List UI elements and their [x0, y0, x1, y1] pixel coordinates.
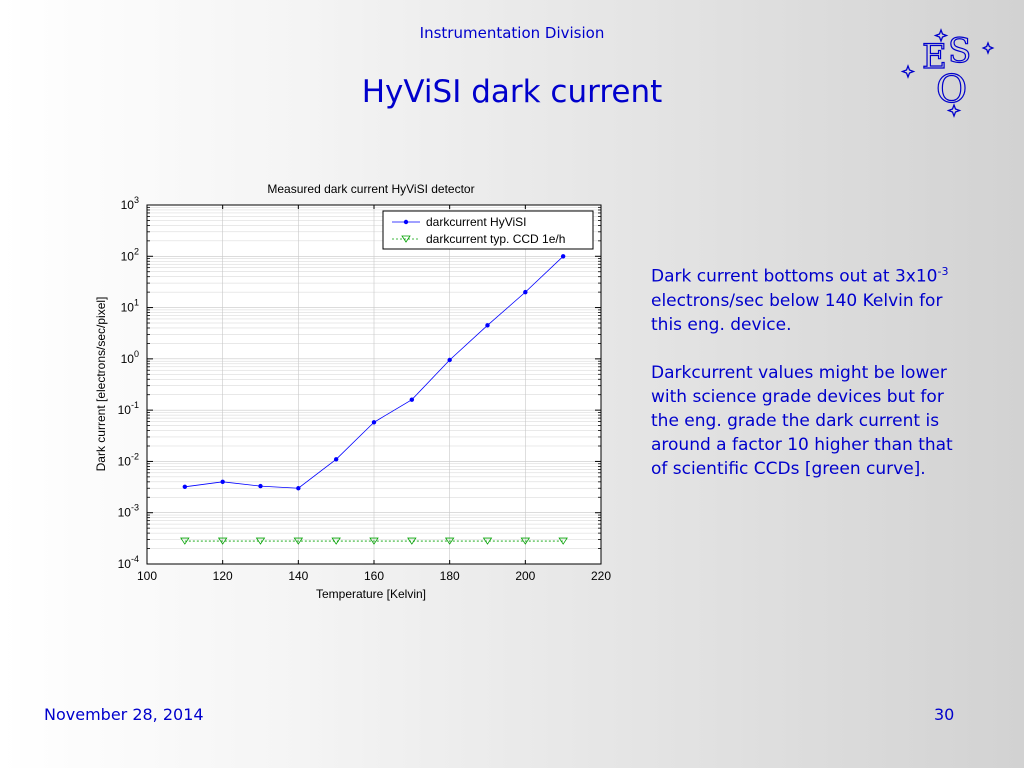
- data-point: [447, 357, 452, 363]
- data-point: [560, 254, 566, 259]
- legend-marker-hyvisi: [403, 219, 409, 225]
- description-text: electrons/sec below 140 Kelvin for this …: [651, 290, 943, 335]
- data-point: [333, 457, 339, 462]
- description-exponent: -3: [937, 265, 949, 278]
- legend: darkcurrent HyViSI darkcurrent typ. CCD …: [382, 210, 594, 250]
- division-label: Instrumentation Division: [419, 24, 605, 42]
- dark-current-chart: 100 120 140 160 180 200 220 10-4 10-3 10-2 10-1 100…: [94, 182, 611, 601]
- y-tick-label: 102: [121, 246, 139, 263]
- footer-date: November 28, 2014: [44, 705, 204, 724]
- legend-label-hyvisi: darkcurrent HyViSI: [426, 215, 526, 229]
- x-tick-label: 160: [364, 569, 384, 583]
- data-point: [409, 397, 415, 402]
- y-tick-label: 103: [121, 195, 139, 212]
- y-tick-label: 10-1: [118, 400, 139, 417]
- y-tick-label: 100: [121, 349, 139, 366]
- y-tick-label: 10-4: [118, 554, 139, 571]
- logo-letter-o: O: [936, 67, 967, 111]
- x-tick-label: 140: [288, 569, 308, 583]
- x-tick-label: 220: [591, 569, 611, 583]
- logo-letter-s: S: [948, 31, 971, 71]
- data-point: [182, 484, 188, 490]
- description-text: Dark current bottoms out at 3x10: [651, 266, 938, 287]
- page-number: 30: [934, 705, 955, 724]
- data-point: [258, 483, 263, 489]
- y-tick-label: 101: [121, 298, 139, 315]
- description-paragraph-1: Dark current bottoms out at 3x10-3 elect…: [651, 260, 971, 337]
- slide-title: HyViSI dark current: [361, 74, 663, 110]
- description: Dark current bottoms out at 3x10-3 elect…: [651, 260, 971, 505]
- x-tick-label: 180: [440, 569, 460, 583]
- legend-label-ccd: darkcurrent typ. CCD 1e/h: [426, 232, 565, 246]
- star-icon: [981, 41, 995, 55]
- star-icon: [900, 64, 916, 79]
- x-tick-label: 200: [515, 569, 535, 583]
- y-axis-label: Dark current [electrons/sec/pixel]: [94, 297, 108, 472]
- x-tick-label: 120: [213, 569, 233, 583]
- data-point: [371, 420, 377, 425]
- chart-title: Measured dark current HyViSI detector: [267, 182, 474, 196]
- data-point: [220, 479, 225, 485]
- data-point: [296, 486, 301, 491]
- data-point: [485, 323, 490, 328]
- description-paragraph-2: Darkcurrent values might be lower with s…: [651, 362, 953, 479]
- y-tick-label: 10-3: [118, 503, 139, 520]
- eso-logo: E S O: [900, 28, 995, 118]
- x-tick-label: 100: [137, 569, 157, 583]
- y-tick-label: 10-2: [118, 451, 139, 468]
- x-axis-label: Temperature [Kelvin]: [316, 587, 426, 601]
- data-point: [523, 289, 528, 295]
